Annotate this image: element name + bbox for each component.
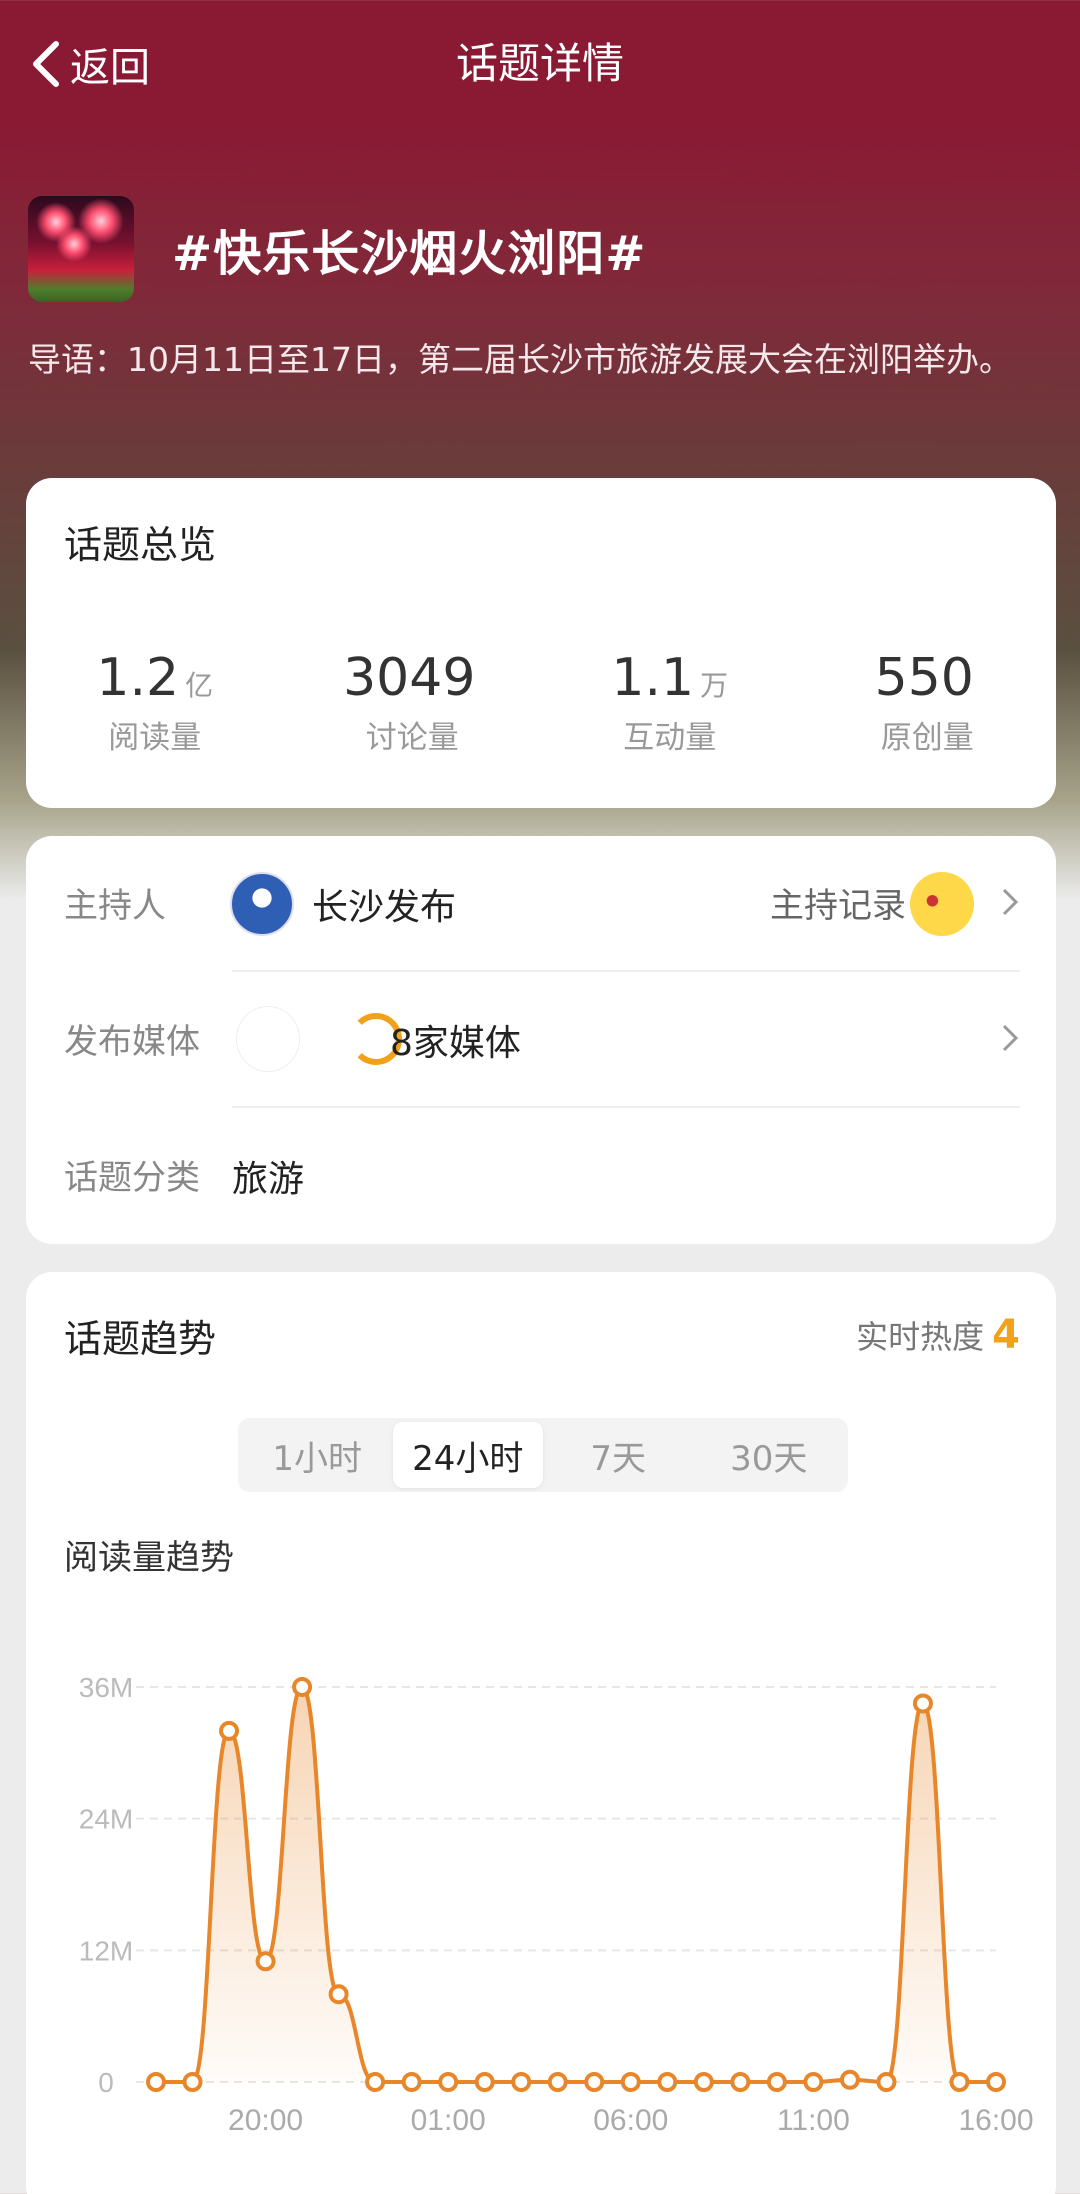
stat-unit: 万 [700, 669, 729, 702]
host-row[interactable]: 主持人 长沙发布 主持记录 [26, 836, 1056, 972]
stat-label: 阅读量 [108, 720, 202, 756]
data-point [839, 2069, 860, 2090]
record-avatar[interactable] [910, 872, 974, 936]
data-point [949, 2072, 970, 2092]
x-tick-label: 16:00 [958, 2104, 1033, 2137]
x-tick-label: 06:00 [593, 2104, 668, 2137]
media-logo [236, 1006, 300, 1072]
data-point [328, 1984, 349, 2005]
data-point [255, 1951, 276, 1972]
chart-area [156, 1687, 996, 2082]
stat-reads: 1.2 亿 阅读量 [26, 648, 284, 757]
x-tick-label: 20:00 [228, 2104, 303, 2137]
y-tick-label: 0 [98, 2067, 114, 2098]
top-bar: 返回 话题详情 [0, 0, 1080, 130]
data-point [365, 2072, 386, 2092]
media-logos [236, 1006, 402, 1072]
chevron-right-icon[interactable] [1000, 884, 1020, 920]
data-point [292, 1677, 313, 1697]
data-point [584, 2072, 605, 2092]
stat-value: 3049 [343, 648, 476, 708]
media-label: 发布媒体 [64, 1022, 200, 1062]
data-point [401, 2072, 422, 2092]
y-tick-label: 36M [79, 1672, 133, 1703]
reads-trend-chart: 0 12M 24M 36M 20:00 01:00 06:00 11:00 16:00 [79, 1672, 1034, 2137]
stat-discussions: 3049 讨论量 [284, 648, 542, 757]
overview-stats: 1.2 亿 阅读量 3049 讨论量 1.1 万 互动量 550 原创量 [26, 648, 1056, 757]
topic-intro: 导语：10月11日至17日，第二届长沙市旅游发展大会在浏阳举办。 [28, 340, 1012, 379]
data-point [912, 1693, 933, 1714]
stat-label: 原创量 [880, 720, 974, 756]
x-tick-label: 01:00 [411, 2104, 486, 2137]
category-value: 旅游 [232, 1159, 305, 1200]
topic-name: #快乐长沙烟火浏阳# [172, 226, 647, 282]
media-row[interactable]: 发布媒体 8家媒体 [26, 972, 1056, 1108]
stat-interactions: 1.1 万 互动量 [541, 648, 799, 757]
stat-unit: 亿 [185, 669, 214, 702]
host-name[interactable]: 长沙发布 [312, 878, 456, 930]
media-count: 8家媒体 [390, 1023, 521, 1064]
data-point [182, 2072, 203, 2092]
trend-card: 话题趋势 实时热度 4 1小时 24小时 7天 30天 阅读量趋势 0 12M 24M… [26, 1272, 1056, 2194]
data-point [547, 2072, 568, 2092]
stat-label: 互动量 [623, 720, 717, 756]
data-point [986, 2072, 1006, 2092]
data-point [876, 2072, 897, 2092]
stat-value: 1.1 [611, 648, 695, 708]
y-tick-label: 24M [79, 1804, 133, 1835]
topic-header: #快乐长沙烟火浏阳# [28, 196, 646, 302]
info-card: 主持人 长沙发布 主持记录 发布媒体 8家媒体 话题分类 旅游 [26, 836, 1056, 1244]
host-avatar[interactable] [230, 872, 294, 936]
data-point [474, 2072, 495, 2092]
overview-card: 话题总览 1.2 亿 阅读量 3049 讨论量 1.1 万 互动量 550 原创量 [26, 478, 1056, 808]
category-row: 话题分类 旅游 [26, 1108, 1056, 1244]
host-label: 主持人 [64, 886, 166, 926]
chevron-right-icon[interactable] [1000, 1020, 1020, 1056]
category-label: 话题分类 [64, 1158, 200, 1198]
data-point [766, 2072, 787, 2092]
data-point [693, 2072, 714, 2092]
data-point [146, 2072, 166, 2092]
stat-label: 讨论量 [365, 720, 459, 756]
data-point [438, 2072, 459, 2092]
data-point [219, 1720, 240, 1741]
topic-thumbnail[interactable] [28, 196, 134, 302]
data-point [657, 2072, 678, 2092]
page-title: 话题详情 [455, 39, 624, 88]
stat-value: 550 [874, 648, 974, 708]
x-tick-label: 11:00 [777, 2104, 850, 2137]
host-record-link[interactable]: 主持记录 [770, 878, 906, 927]
data-point [730, 2072, 751, 2092]
data-point [620, 2072, 641, 2092]
stat-originals: 550 原创量 [799, 648, 1057, 757]
stat-value: 1.2 [96, 648, 180, 708]
overview-title: 话题总览 [64, 523, 217, 567]
data-point [511, 2072, 532, 2092]
y-tick-label: 12M [79, 1935, 133, 1966]
media-logo [304, 1006, 346, 1072]
data-point [803, 2072, 824, 2092]
